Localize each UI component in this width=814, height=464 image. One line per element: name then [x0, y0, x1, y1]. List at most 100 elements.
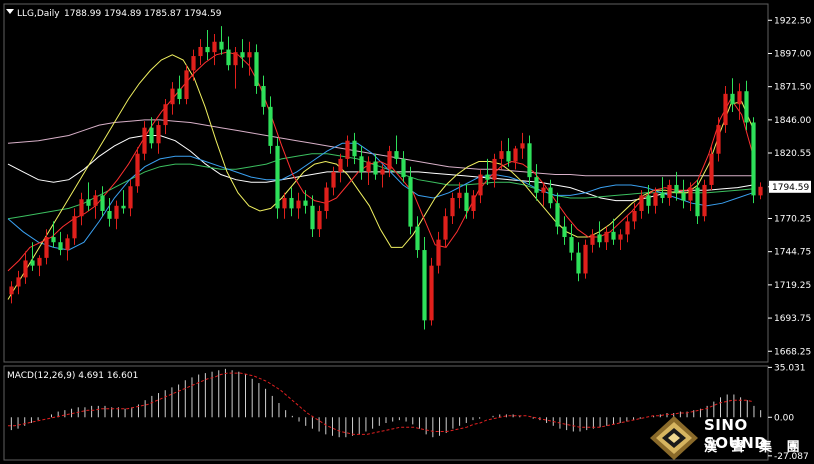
candle-body [534, 177, 539, 193]
candle-body [632, 210, 637, 222]
candle-body [156, 125, 161, 144]
candle-body [114, 205, 119, 219]
candle-body [737, 91, 742, 105]
candle-body [142, 127, 147, 154]
price-chart: 1922.50 1897.00 1871.50 1846.00 1820.55 1794.… [0, 0, 814, 464]
candle-body [268, 106, 273, 146]
price-tick-label: 1922.50 [774, 16, 811, 26]
candle-body [562, 226, 567, 238]
candle-body [93, 195, 98, 206]
candle-body [128, 186, 133, 209]
candle-body [282, 197, 287, 209]
candle-body [37, 257, 42, 266]
candle-body [100, 195, 105, 211]
candle-body [51, 237, 56, 243]
candle-body [646, 195, 651, 206]
candle-body [436, 239, 441, 266]
candle-body [744, 91, 749, 123]
candle-body [121, 205, 126, 209]
candle-body [373, 161, 378, 175]
candle-body [394, 151, 399, 159]
current-price-label: 1794.59 [772, 183, 809, 193]
candle-body [331, 171, 336, 188]
price-tick-label: 1820.55 [774, 149, 811, 159]
candle [422, 237, 427, 330]
candle-body [471, 195, 476, 211]
candle-body [317, 210, 322, 230]
candle-body [345, 140, 350, 159]
candle-body [709, 153, 714, 185]
candle-body [226, 49, 231, 66]
price-tick-label: 1871.50 [774, 83, 811, 93]
candle-body [387, 151, 392, 170]
price-tick-label: 1668.25 [774, 347, 811, 357]
candle-body [660, 192, 665, 198]
candle-body [464, 192, 469, 211]
candle-body [240, 52, 245, 58]
candle-body [366, 161, 371, 172]
candle-body [569, 237, 574, 253]
price-tick-label: 1693.75 [774, 314, 811, 324]
candle-body [401, 158, 406, 178]
candle-body [205, 46, 210, 53]
chart-background [0, 0, 814, 464]
candle-body [548, 187, 553, 204]
candle-body [170, 88, 175, 105]
candle-body [415, 226, 420, 251]
candle-body [9, 286, 14, 295]
macd-tick-label: 35.031 [774, 363, 806, 373]
candle-body [443, 216, 448, 240]
candle-body [541, 187, 546, 193]
candle-body [429, 265, 434, 321]
candle-body [457, 192, 462, 198]
candle [184, 65, 189, 105]
price-tick-label: 1719.25 [774, 281, 811, 291]
candle-body [289, 197, 294, 209]
candle-body [408, 177, 413, 227]
candle-body [499, 151, 504, 159]
candle-body [681, 192, 686, 201]
candle-body [583, 244, 588, 274]
candle [429, 257, 434, 326]
candle-body [751, 122, 756, 196]
candle-body [219, 41, 224, 50]
candle-body [555, 203, 560, 227]
candle-body [639, 195, 644, 211]
brand-chinese-name: 漢 聲 集 團 [704, 440, 805, 455]
candle-body [184, 70, 189, 100]
symbol-label: LLG,Daily [17, 9, 60, 19]
candle-body [618, 234, 623, 240]
candle [702, 179, 707, 222]
price-tick-label: 1744.75 [774, 248, 811, 258]
candle-body [261, 86, 266, 107]
candle-body [688, 187, 693, 201]
candle-body [478, 174, 483, 196]
candle-body [611, 231, 616, 240]
candle-body [604, 231, 609, 243]
candle-body [310, 205, 315, 230]
price-tick-label: 1897.00 [774, 49, 811, 59]
diamond-logo-icon [650, 416, 698, 460]
candle-body [702, 184, 707, 217]
candle-body [58, 242, 63, 251]
candle-body [212, 41, 217, 53]
candle [583, 239, 588, 279]
candle-body [247, 52, 252, 58]
candle-body [758, 186, 763, 196]
candle-body [44, 237, 49, 258]
candle-body [30, 260, 35, 266]
macd-label: MACD(12,26,9) 4.691 16.601 [7, 371, 138, 381]
candle-body [380, 169, 385, 175]
candle-body [506, 151, 511, 162]
candle-body [177, 88, 182, 100]
candle [135, 147, 140, 193]
candle-body [198, 46, 203, 57]
candle-body [86, 199, 91, 206]
candle-body [695, 187, 700, 217]
candle-body [324, 187, 329, 211]
candle-body [492, 158, 497, 180]
candle-body [625, 221, 630, 235]
candle-body [79, 199, 84, 217]
candle-body [359, 156, 364, 172]
candle-body [597, 234, 602, 243]
